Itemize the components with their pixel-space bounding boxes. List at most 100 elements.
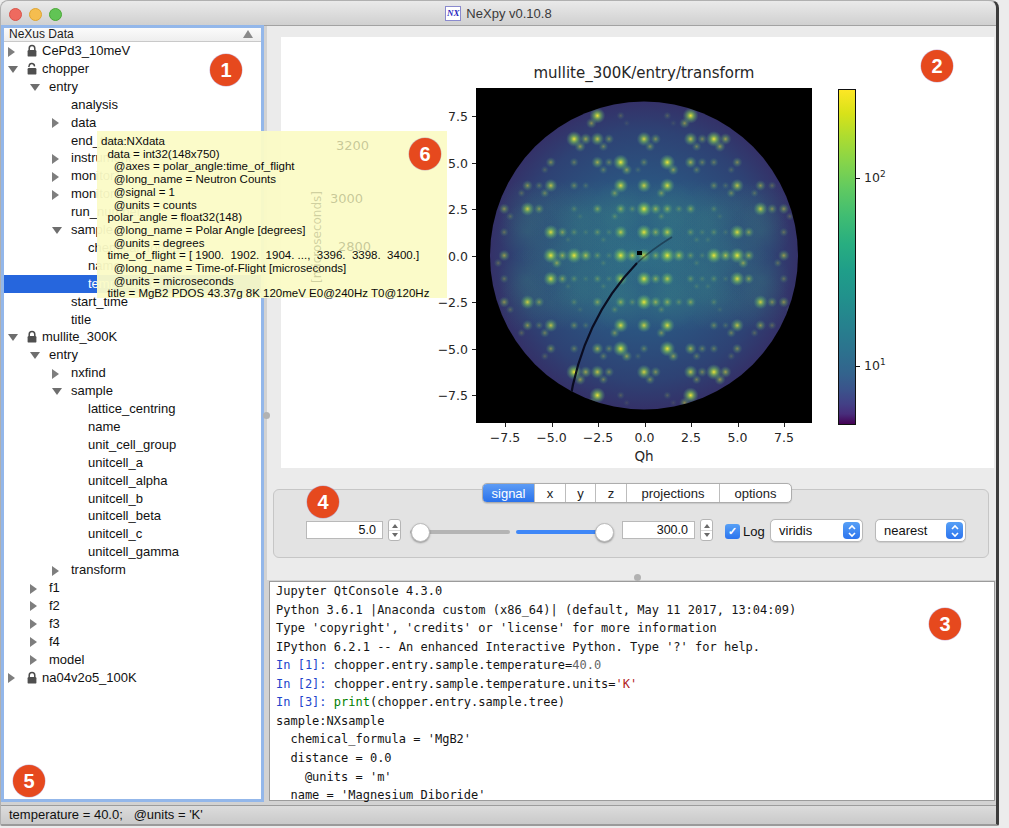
tab-options[interactable]: options <box>719 484 791 502</box>
colormap-dropdown[interactable]: viridis <box>770 519 863 542</box>
tab-signal[interactable]: signal <box>483 484 534 502</box>
console-line: In [2]: chopper.entry.sample.temperature… <box>276 677 637 696</box>
tree-item-label: nxfind <box>71 364 106 382</box>
chevron-right-icon[interactable] <box>52 118 59 128</box>
ghost-tick-3200: 3200 <box>336 138 369 153</box>
log-checkbox-label[interactable]: Log <box>743 522 765 542</box>
vmax-slider-handle[interactable] <box>595 523 614 542</box>
chevron-down-icon[interactable] <box>8 66 18 73</box>
console-text: (chopper.entry.sample.tree) <box>370 695 565 709</box>
tree-item-title[interactable]: title <box>4 311 261 329</box>
tree-header[interactable]: NeXus Data <box>4 28 261 42</box>
chevron-right-icon[interactable] <box>30 584 37 594</box>
x-tick-mark <box>784 423 785 427</box>
chevron-down-icon[interactable] <box>52 388 62 395</box>
console-line: chemical_formula = 'MgB2' <box>276 732 471 751</box>
colormap-value: viridis <box>779 523 812 538</box>
colorbar-tick-label: 102 <box>864 169 886 185</box>
chevron-down-icon[interactable] <box>30 352 40 359</box>
chevron-right-icon[interactable] <box>8 673 15 683</box>
x-tick-label: 0.0 <box>623 430 667 445</box>
tree-item-nxfind[interactable]: nxfind <box>4 364 261 382</box>
tab-x[interactable]: x <box>534 484 565 502</box>
tab-y[interactable]: y <box>565 484 595 502</box>
y-tick-mark <box>472 395 476 396</box>
chevron-right-icon[interactable] <box>8 47 15 57</box>
tree-item-unitcell_alpha[interactable]: unitcell_alpha <box>4 472 261 490</box>
tree-item-unitcell_beta[interactable]: unitcell_beta <box>4 507 261 525</box>
heatmap-canvas[interactable] <box>476 88 812 423</box>
tree-item-f3[interactable]: f3 <box>4 615 261 633</box>
chevron-down-icon[interactable] <box>8 334 18 341</box>
ghost-tick-3000: 3000 <box>330 191 363 206</box>
tree-item-unitcell_a[interactable]: unitcell_a <box>4 454 261 472</box>
vmin-slider-handle[interactable] <box>411 523 430 542</box>
y-tick-label: 7.5 <box>430 109 468 124</box>
tree-item-unitcell_gamma[interactable]: unitcell_gamma <box>4 543 261 561</box>
tree-item-label: unitcell_gamma <box>88 543 179 561</box>
y-tick-label: −5.0 <box>430 342 468 357</box>
chevron-down-icon[interactable] <box>30 84 40 91</box>
horizontal-splitter-handle[interactable] <box>634 574 641 581</box>
vmax-slider-track[interactable] <box>516 530 606 534</box>
chevron-right-icon[interactable] <box>52 566 59 576</box>
tree-item-sample[interactable]: sample <box>4 382 261 400</box>
x-tick-mark <box>505 423 506 427</box>
interpolation-dropdown[interactable]: nearest <box>875 519 966 542</box>
tree-item-name[interactable]: name <box>4 418 261 436</box>
tree-item-f1[interactable]: f1 <box>4 579 261 597</box>
tab-z[interactable]: z <box>595 484 626 502</box>
console-text: Python 3.6.1 |Anaconda custom (x86_64)| … <box>276 603 796 617</box>
console-line: In [3]: print(chopper.entry.sample.tree) <box>276 695 565 714</box>
tooltip-line: @long_name = Polar Angle [degrees] <box>101 224 305 237</box>
vmax-stepper[interactable] <box>700 519 713 541</box>
x-tick-mark <box>645 423 646 427</box>
chevron-down-icon[interactable] <box>52 227 62 234</box>
x-tick-label: 7.5 <box>762 430 806 445</box>
tree-item-transform[interactable]: transform <box>4 561 261 579</box>
annotation-circle-3: 3 <box>929 608 961 640</box>
vertical-splitter-handle[interactable] <box>263 412 270 419</box>
tree-item-unitcell_c[interactable]: unitcell_c <box>4 525 261 543</box>
x-tick-mark <box>738 423 739 427</box>
tab-projections[interactable]: projections <box>626 484 719 502</box>
console-line: In [1]: chopper.entry.sample.temperature… <box>276 658 601 677</box>
log-checkbox[interactable]: ✓ <box>725 524 740 539</box>
tree-item-mullite_300K[interactable]: mullite_300K <box>4 328 261 346</box>
tree-item-na04v2o5_100K[interactable]: na04v2o5_100K <box>4 669 261 687</box>
tree-item-unit_cell_group[interactable]: unit_cell_group <box>4 436 261 454</box>
vmin-stepper[interactable] <box>388 519 401 541</box>
tree-item-label: f4 <box>49 633 60 651</box>
colorbar-tick-label: 101 <box>864 357 886 373</box>
tree-item-model[interactable]: model <box>4 651 261 669</box>
vmax-field[interactable]: 300.0 <box>622 521 695 539</box>
console-text: @units = 'm' <box>276 770 392 784</box>
window-title: NeXpy v0.10.8 <box>466 6 551 21</box>
tree-item-f2[interactable]: f2 <box>4 597 261 615</box>
tree-item-analysis[interactable]: analysis <box>4 96 261 114</box>
vmin-field[interactable]: 5.0 <box>306 521 383 539</box>
console-text: IPython 6.2.1 -- An enhanced Interactive… <box>276 640 760 654</box>
tree-item-unitcell_b[interactable]: unitcell_b <box>4 490 261 508</box>
chevron-right-icon[interactable] <box>30 601 37 611</box>
chevron-right-icon[interactable] <box>52 190 59 200</box>
tree-item-label: unit_cell_group <box>88 436 176 454</box>
x-tick-label: −2.5 <box>576 430 620 445</box>
tree-item-label: lattice_centring <box>88 400 175 418</box>
tooltip-line: polar_angle = float32(148) <box>101 211 242 224</box>
chevron-right-icon[interactable] <box>30 637 37 647</box>
y-tick-mark <box>472 256 476 257</box>
titlebar[interactable]: NX NeXpy v0.10.8 <box>1 1 996 26</box>
tree-item-lattice_centring[interactable]: lattice_centring <box>4 400 261 418</box>
y-tick-mark <box>472 163 476 164</box>
chevron-right-icon[interactable] <box>30 655 37 665</box>
chevron-right-icon[interactable] <box>30 619 37 629</box>
chevron-right-icon[interactable] <box>52 369 59 379</box>
chevron-right-icon[interactable] <box>52 154 59 164</box>
sort-ascending-icon[interactable] <box>243 30 253 38</box>
tree-item-f4[interactable]: f4 <box>4 633 261 651</box>
tree-item-data[interactable]: data <box>4 114 261 132</box>
colorbar-tick-mark <box>856 366 860 367</box>
chevron-right-icon[interactable] <box>52 172 59 182</box>
tree-item-entry[interactable]: entry <box>4 346 261 364</box>
